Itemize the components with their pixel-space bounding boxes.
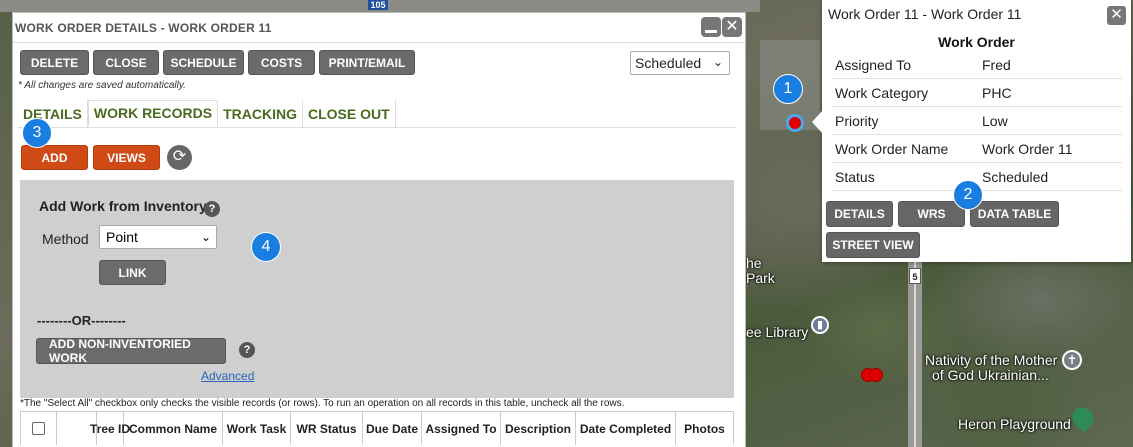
work-records-grid-header: Tree ID Common Name Work Task WR Status … — [20, 411, 734, 445]
map-label-church-line2: of God Ukrainian... — [932, 367, 1049, 383]
popup-button-group: DETAILS WRS DATA TABLE STREET VIEW — [826, 201, 1126, 258]
close-icon[interactable]: ✕ — [722, 17, 742, 37]
work-order-marker[interactable] — [869, 368, 883, 382]
costs-button[interactable]: COSTS — [248, 50, 315, 75]
help-icon[interactable]: ? — [239, 342, 255, 358]
column-header-due-date[interactable]: Due Date — [363, 412, 422, 445]
popup-close-icon[interactable]: ✕ — [1107, 6, 1126, 25]
work-order-details-panel: WORK ORDER DETAILS - WORK ORDER 11 ✕ DEL… — [12, 12, 746, 447]
step-badge-2: 2 — [953, 180, 983, 210]
select-all-footnote: *The "Select All" checkbox only checks t… — [20, 398, 625, 409]
method-label: Method — [42, 231, 89, 247]
tab-work-records[interactable]: WORK RECORDS — [87, 100, 219, 127]
chevron-down-icon: ⌄ — [712, 55, 723, 69]
status-select-value: Scheduled — [635, 55, 702, 71]
add-non-inventoried-work-button[interactable]: ADD NON-INVENTORIED WORK — [36, 337, 226, 365]
delete-button[interactable]: DELETE — [20, 50, 89, 75]
attribute-row: Priority Low — [832, 107, 1122, 135]
map-label-park-fragment: he — [746, 255, 762, 271]
map-label-library: ee Library — [746, 324, 809, 340]
select-all-checkbox[interactable] — [32, 422, 45, 435]
or-divider: --------OR-------- — [37, 313, 126, 328]
map-highway-road — [908, 260, 922, 447]
popup-wrs-button[interactable]: WRS — [898, 201, 965, 227]
attribute-row: Assigned To Fred — [832, 51, 1122, 79]
park-marker-icon[interactable] — [1068, 403, 1098, 433]
popup-title: Work Order 11 - Work Order 11 — [828, 6, 1022, 22]
chevron-down-icon: ⌄ — [200, 230, 211, 244]
column-header-assigned-to[interactable]: Assigned To — [422, 412, 501, 445]
column-header-photos[interactable]: Photos — [676, 412, 733, 445]
attribute-key: Work Category — [835, 84, 929, 101]
map-label-church-line1: Nativity of the Mother — [925, 352, 1058, 368]
link-button[interactable]: LINK — [99, 260, 166, 285]
popup-heading: Work Order — [938, 34, 1015, 50]
print-email-button[interactable]: PRINT/EMAIL — [319, 50, 415, 75]
popup-data-table-button[interactable]: DATA TABLE — [970, 201, 1059, 227]
add-button[interactable]: ADD — [21, 145, 88, 170]
highway-5-shield: 5 — [909, 268, 921, 284]
step-badge-1: 1 — [773, 74, 803, 104]
panel-tabs: DETAILS WORK RECORDS TRACKING CLOSE OUT — [18, 100, 736, 128]
popup-attribute-table: Assigned To Fred Work Category PHC Prior… — [832, 51, 1122, 191]
attribute-value: Work Order 11 — [982, 140, 1073, 157]
help-icon[interactable]: ? — [204, 201, 220, 217]
work-records-actions: ADD VIEWS ⟳ — [21, 145, 192, 170]
attribute-row: Work Order Name Work Order 11 — [832, 135, 1122, 163]
panel-title: WORK ORDER DETAILS - WORK ORDER 11 — [15, 21, 272, 35]
map-label-playground: Heron Playground — [958, 416, 1071, 432]
column-header-work-task[interactable]: Work Task — [223, 412, 291, 445]
attribute-value: Scheduled — [982, 168, 1049, 185]
popup-details-button[interactable]: DETAILS — [826, 201, 893, 227]
popup-pointer — [812, 110, 823, 134]
panel-header[interactable]: WORK ORDER DETAILS - WORK ORDER 11 ✕ — [13, 13, 745, 43]
panel-toolbar: DELETE CLOSE SCHEDULE COSTS PRINT/EMAIL — [20, 50, 415, 75]
column-header-tree-id[interactable]: Tree ID — [90, 412, 130, 445]
add-work-title: Add Work from Inventory — [39, 198, 207, 214]
autosave-note: * All changes are saved automatically. — [18, 80, 186, 91]
highway-105-shield: 105 — [368, 0, 388, 10]
tab-close-out[interactable]: CLOSE OUT — [303, 100, 396, 127]
advanced-link[interactable]: Advanced — [201, 369, 254, 383]
select-all-checkbox-cell — [21, 412, 57, 445]
attribute-key: Work Order Name — [835, 140, 949, 157]
schedule-button[interactable]: SCHEDULE — [163, 50, 244, 75]
refresh-icon[interactable]: ⟳ — [167, 145, 192, 170]
attribute-key: Priority — [835, 112, 879, 129]
attribute-row: Work Category PHC — [832, 79, 1122, 107]
church-icon[interactable]: ✝ — [1062, 350, 1082, 370]
close-button[interactable]: CLOSE — [93, 50, 159, 75]
attribute-value: Fred — [982, 56, 1011, 73]
method-select-value: Point — [106, 229, 138, 245]
method-select[interactable]: Point ⌄ — [99, 225, 217, 249]
attribute-key: Assigned To — [835, 56, 912, 73]
column-header-date-completed[interactable]: Date Completed — [576, 412, 676, 445]
column-header-common-name[interactable]: Common Name — [124, 412, 223, 445]
map-label-park: Park — [746, 270, 775, 286]
selected-work-order-marker[interactable] — [786, 114, 804, 132]
attribute-value: Low — [982, 112, 1008, 129]
tab-tracking[interactable]: TRACKING — [218, 100, 303, 127]
views-button[interactable]: VIEWS — [93, 145, 160, 170]
add-work-panel: Add Work from Inventory ? Method Point ⌄… — [20, 180, 734, 398]
library-icon[interactable]: ▮ — [811, 316, 829, 334]
column-header-wr-status[interactable]: WR Status — [291, 412, 363, 445]
minimize-icon[interactable] — [701, 17, 721, 37]
column-header-description[interactable]: Description — [501, 412, 576, 445]
step-badge-3: 3 — [22, 118, 52, 148]
attribute-value: PHC — [982, 84, 1012, 101]
step-badge-4: 4 — [251, 232, 281, 262]
status-select[interactable]: Scheduled ⌄ — [630, 51, 730, 75]
work-order-popup: Work Order 11 - Work Order 11 ✕ Work Ord… — [822, 0, 1131, 262]
popup-street-view-button[interactable]: STREET VIEW — [826, 232, 920, 258]
